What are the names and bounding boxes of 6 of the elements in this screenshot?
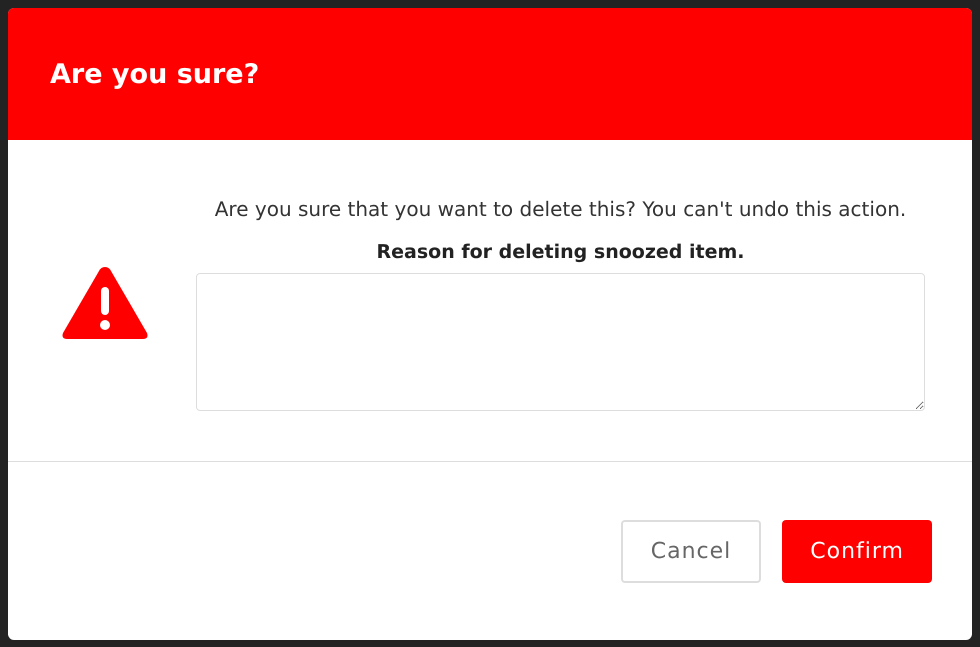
confirm-button[interactable]: Confirm: [782, 520, 932, 582]
field-label: Reason for deleting snoozed item.: [376, 241, 744, 263]
cancel-button[interactable]: Cancel: [620, 520, 762, 582]
dialog-title: Are you sure?: [50, 58, 260, 90]
reason-field[interactable]: [196, 273, 925, 411]
confirmation-message: Are you sure that you want to delete this? You can't undo this action.: [214, 196, 908, 223]
